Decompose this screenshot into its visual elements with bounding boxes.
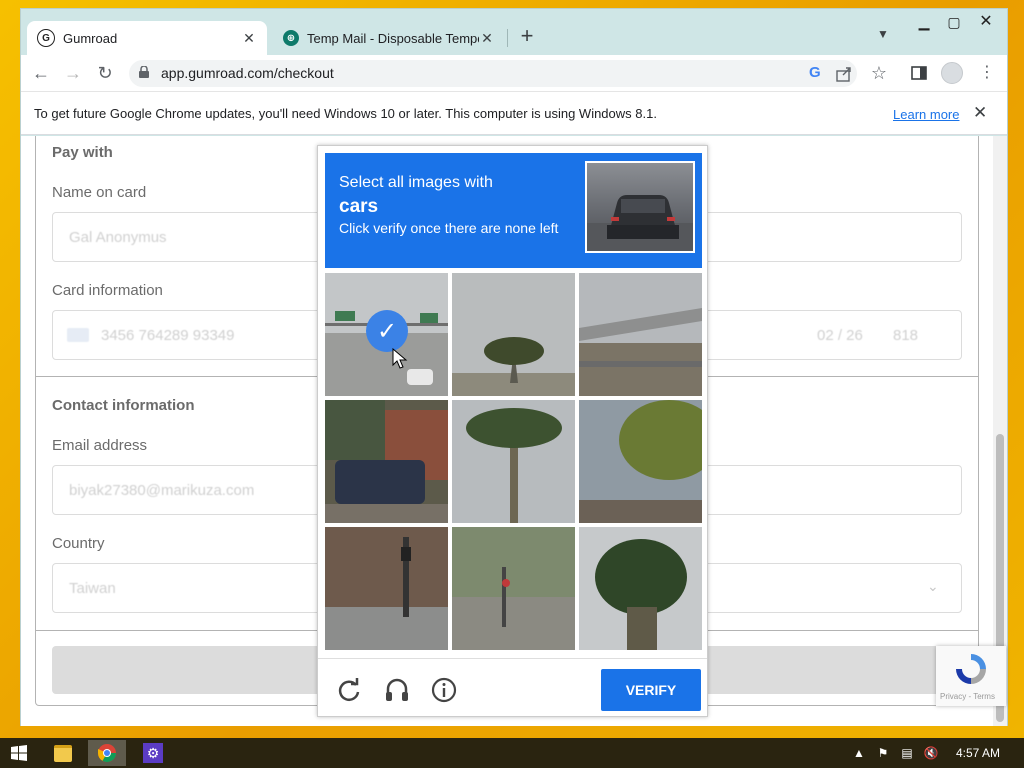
temp-mail-favicon-icon: ⊕ (283, 30, 299, 46)
update-infobar: To get future Google Chrome updates, you… (21, 91, 1007, 135)
contact-information-heading: Contact information (52, 397, 195, 414)
recaptcha-badge[interactable]: Privacy - Terms (936, 646, 1006, 706)
captcha-tile[interactable] (452, 400, 575, 523)
share-icon[interactable] (835, 65, 853, 83)
new-tab-button[interactable]: + (515, 25, 539, 49)
close-infobar-icon[interactable]: ✕ (973, 103, 987, 123)
side-panel-icon[interactable] (911, 66, 927, 80)
infobar-message: To get future Google Chrome updates, you… (34, 106, 657, 121)
forward-arrow-icon[interactable]: → (61, 61, 85, 85)
tab-title: Temp Mail - Disposable Tempora (307, 30, 479, 46)
tab-title: Gumroad (63, 30, 118, 46)
windows-taskbar: ⚙ ▲ ⚑ ▤ 🔇 4:57 AM (0, 738, 1024, 768)
chevron-down-icon: ⌄ (927, 578, 939, 594)
email-address-label: Email address (52, 437, 148, 454)
captcha-tile[interactable] (579, 527, 702, 650)
minimize-button[interactable]: ▁ (909, 11, 939, 33)
captcha-tile[interactable] (579, 400, 702, 523)
windows-start-icon[interactable] (0, 740, 38, 766)
captcha-tile[interactable] (452, 527, 575, 650)
recaptcha-terms-link[interactable]: Privacy - Terms (940, 692, 995, 701)
card-information-label: Card information (52, 282, 163, 299)
country-value: Taiwan (69, 580, 116, 597)
card-cvc-value: 818 (893, 327, 919, 344)
maximize-button[interactable]: ▢ (939, 11, 969, 33)
captcha-instruction: Select all images with (339, 174, 493, 191)
verify-button[interactable]: VERIFY (601, 669, 701, 711)
captcha-tile[interactable] (325, 400, 448, 523)
url-text[interactable]: app.gumroad.com/checkout (161, 65, 334, 81)
tab-gumroad[interactable]: G Gumroad ✕ (27, 21, 267, 55)
tab-strip: G Gumroad ✕ ⊕ Temp Mail - Disposable Tem… (21, 9, 1007, 55)
google-lens-icon[interactable]: G (809, 64, 821, 81)
browser-toolbar: ← → ↻ app.gumroad.com/checkout G ☆ ⋮ (21, 55, 1007, 91)
network-icon[interactable]: ▤ (898, 744, 916, 762)
captcha-tile[interactable] (579, 273, 702, 396)
card-brand-icon (67, 328, 89, 342)
chrome-taskbar-icon[interactable] (88, 740, 126, 766)
file-explorer-icon[interactable] (44, 740, 82, 766)
captcha-sample-image (585, 161, 695, 253)
close-tab-icon[interactable]: ✕ (241, 30, 257, 47)
audio-challenge-headphones-icon[interactable] (384, 677, 410, 703)
card-number-value: 3456 764289 93349 (101, 327, 235, 344)
country-label: Country (52, 535, 105, 552)
tab-temp-mail[interactable]: ⊕ Temp Mail - Disposable Tempora ✕ (273, 21, 505, 55)
profile-avatar-icon[interactable] (941, 62, 963, 84)
captcha-tile[interactable]: ✓ (325, 273, 448, 396)
refresh-icon[interactable] (336, 677, 362, 703)
settings-app-icon[interactable]: ⚙ (134, 740, 172, 766)
mouse-cursor-icon (392, 348, 408, 369)
captcha-challenge: Select all images with cars Click verify… (317, 145, 708, 717)
tab-search-chevron-icon[interactable]: ▼ (873, 27, 893, 47)
reload-icon[interactable]: ↻ (93, 61, 117, 85)
captcha-footer: VERIFY (318, 658, 707, 716)
menu-kebab-icon[interactable]: ⋮ (975, 61, 999, 85)
volume-muted-icon[interactable]: 🔇 (922, 744, 940, 762)
taskbar-clock[interactable]: 4:57 AM (956, 746, 1000, 760)
name-on-card-value: Gal Anonymus (69, 229, 167, 246)
address-bar[interactable]: app.gumroad.com/checkout G (129, 60, 857, 87)
tile-selected-check-icon: ✓ (366, 310, 408, 352)
gumroad-favicon-icon: G (37, 29, 55, 47)
name-on-card-label: Name on card (52, 184, 147, 201)
close-window-button[interactable]: ✕ (971, 11, 1001, 33)
close-tab-icon[interactable]: ✕ (479, 30, 495, 47)
tray-expand-icon[interactable]: ▲ (850, 744, 868, 762)
lock-icon (139, 66, 149, 78)
tab-divider (507, 29, 508, 47)
pay-with-heading: Pay with (52, 144, 113, 161)
bookmark-star-icon[interactable]: ☆ (867, 61, 891, 85)
learn-more-link[interactable]: Learn more (893, 107, 959, 122)
captcha-hint: Click verify once there are none left (339, 220, 559, 236)
email-address-value: biyak27380@marikuza.com (69, 482, 255, 499)
recaptcha-logo-icon (956, 654, 986, 684)
card-expiry-value: 02 / 26 (817, 327, 863, 344)
captcha-target-object: cars (339, 196, 379, 217)
action-center-flag-icon[interactable]: ⚑ (874, 744, 892, 762)
captcha-header: Select all images with cars Click verify… (325, 153, 702, 268)
back-arrow-icon[interactable]: ← (29, 61, 53, 85)
captcha-tile[interactable] (325, 527, 448, 650)
info-icon[interactable] (431, 677, 457, 703)
captcha-tile[interactable] (452, 273, 575, 396)
